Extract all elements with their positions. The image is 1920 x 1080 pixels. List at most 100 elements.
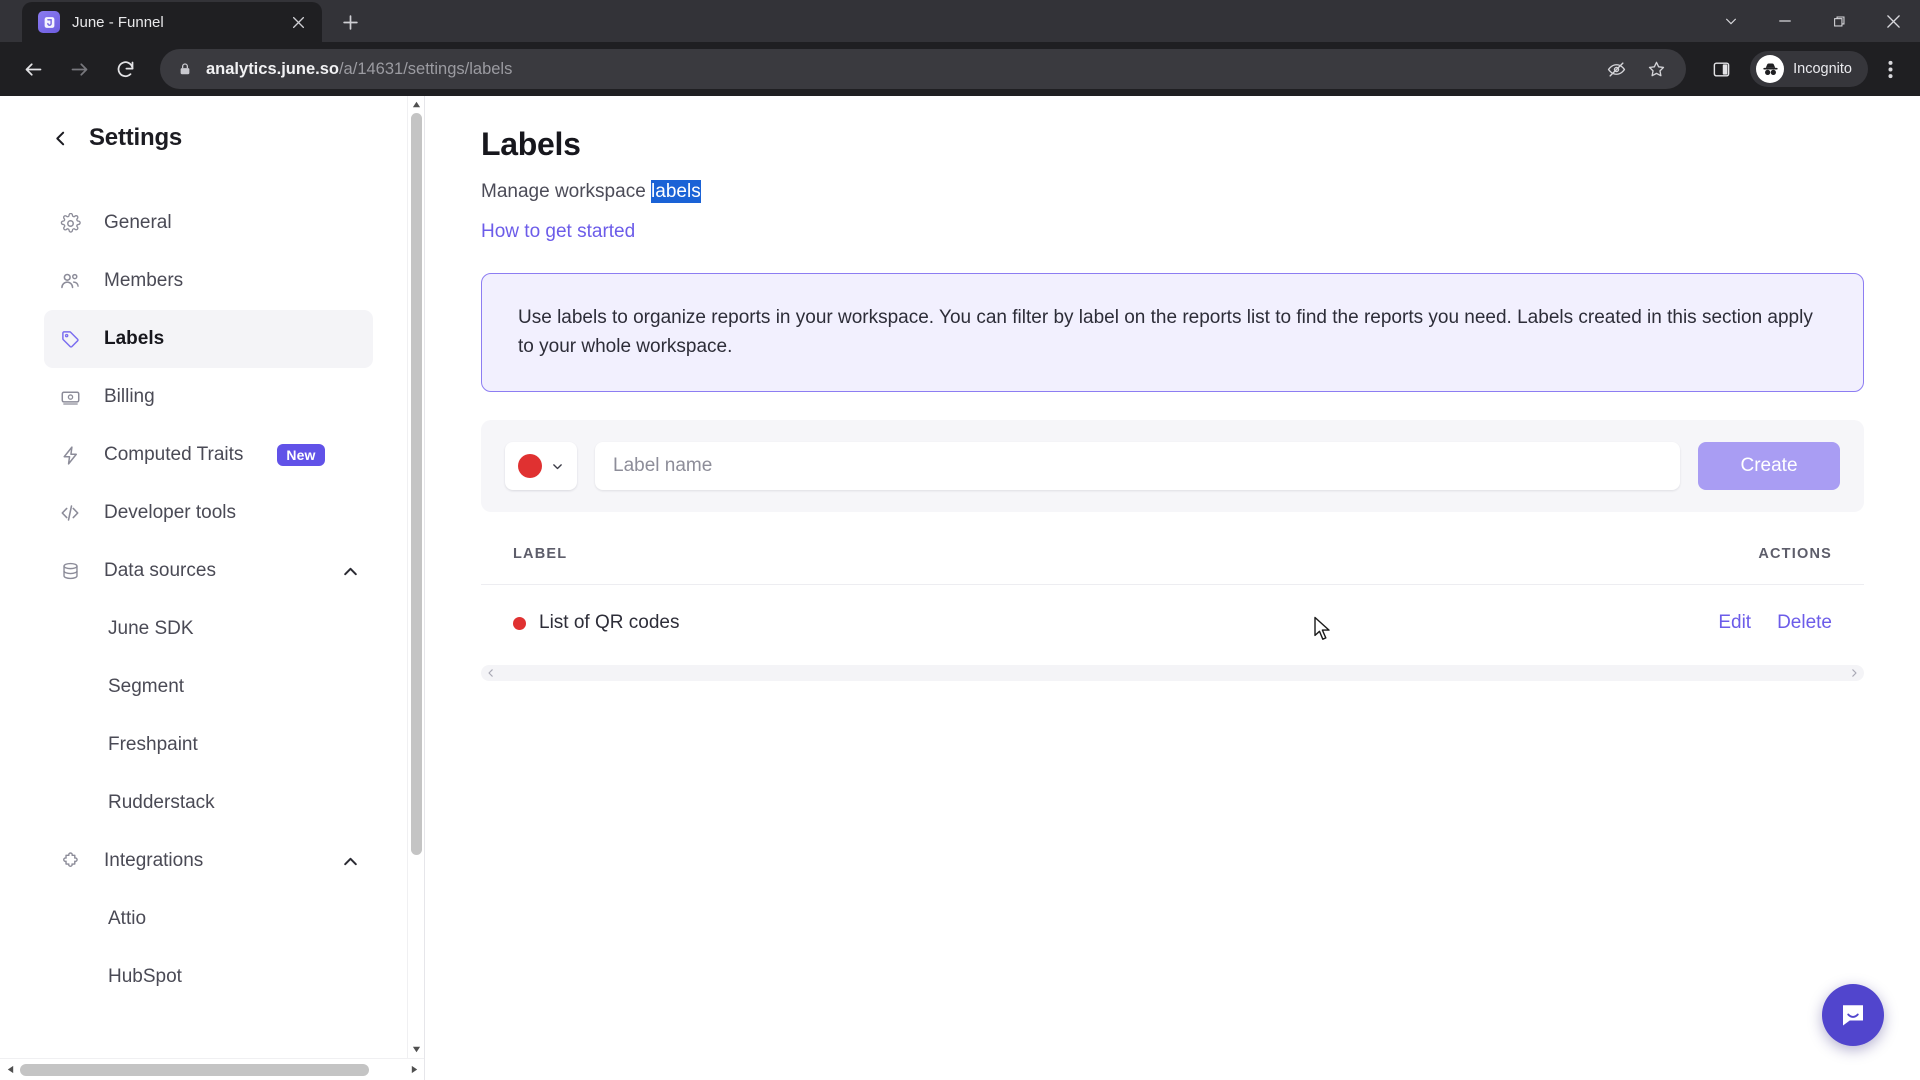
info-banner-text: Use labels to organize reports in your w… <box>518 307 1813 357</box>
sidebar-item-hubspot[interactable]: HubSpot <box>44 948 373 1006</box>
sidebar-group-data-sources[interactable]: Data sources <box>44 542 373 600</box>
window-controls <box>1704 0 1920 42</box>
create-label-row: Create <box>481 420 1864 512</box>
intercom-messenger-icon[interactable] <box>1822 984 1884 1046</box>
kebab-menu-icon[interactable] <box>1872 49 1908 89</box>
lock-icon <box>178 62 192 76</box>
close-icon[interactable] <box>1866 0 1920 42</box>
sidebar-item-label: General <box>104 212 172 233</box>
chevron-up-icon[interactable] <box>342 853 359 870</box>
puzzle-icon <box>58 851 82 872</box>
sidebar-item-attio[interactable]: Attio <box>44 890 373 948</box>
chevron-up-icon[interactable] <box>342 563 359 580</box>
scroll-left-arrow-icon[interactable] <box>0 1065 20 1074</box>
label-chip[interactable]: List of QR codes <box>513 612 679 634</box>
sidebar-nav-list: General Members Labels Billing Computed … <box>0 194 407 1006</box>
restore-icon[interactable] <box>1812 0 1866 42</box>
omnibox-actions <box>1600 53 1672 85</box>
browser-window: June - Funnel analytics.june.so/a/14631/… <box>0 0 1920 1080</box>
delete-label-button[interactable]: Delete <box>1777 612 1832 634</box>
browser-tab[interactable]: June - Funnel <box>22 2 322 42</box>
scrollbar-track[interactable] <box>20 1059 404 1080</box>
sidebar-title: Settings <box>89 124 183 151</box>
june-logo-icon <box>38 11 60 33</box>
scroll-right-arrow-icon[interactable] <box>404 1065 424 1074</box>
sidebar-item-billing[interactable]: Billing <box>44 368 373 426</box>
page-subtitle-prefix: Manage workspace <box>481 181 652 202</box>
database-icon <box>58 561 82 582</box>
table-row: List of QR codes Edit Delete <box>481 585 1864 661</box>
chevron-right-icon[interactable] <box>1844 669 1864 677</box>
eye-off-icon[interactable] <box>1600 53 1632 85</box>
chevron-left-icon[interactable] <box>481 669 501 677</box>
sidebar-item-june-sdk[interactable]: June SDK <box>44 600 373 658</box>
chevron-down-icon[interactable] <box>1704 0 1758 42</box>
sidebar-item-developer-tools[interactable]: Developer tools <box>44 484 373 542</box>
sidebar-item-label: Members <box>104 270 184 291</box>
sidebar-item-computed-traits[interactable]: Computed Traits New <box>44 426 373 484</box>
scroll-down-arrow-icon[interactable] <box>408 1041 425 1058</box>
side-panel-icon[interactable] <box>1700 48 1742 90</box>
toolbar-right: Incognito <box>1700 48 1908 90</box>
sidebar-item-label: Labels <box>104 328 165 349</box>
scrollbar-thumb[interactable] <box>410 113 422 856</box>
sidebar-horizontal-scrollbar[interactable] <box>0 1058 424 1080</box>
sidebar-sub-label: June SDK <box>108 618 194 639</box>
new-tab-button[interactable] <box>336 8 364 36</box>
sidebar-item-labels[interactable]: Labels <box>44 310 373 368</box>
reload-icon[interactable] <box>104 48 146 90</box>
scroll-up-arrow-icon[interactable] <box>408 96 425 113</box>
scrollbar-thumb[interactable] <box>20 1063 370 1076</box>
page-subtitle: Manage workspace labels <box>481 180 1864 203</box>
sidebar-content: Settings General Members Labels Billing … <box>0 96 407 1058</box>
status-badge-new: New <box>277 444 325 466</box>
sidebar-sub-label: Freshpaint <box>108 734 198 755</box>
profile-label: Incognito <box>1793 61 1852 77</box>
page-viewport: Settings General Members Labels Billing … <box>0 96 1920 1080</box>
sidebar-item-segment[interactable]: Segment <box>44 658 373 716</box>
table-horizontal-scrollbar[interactable] <box>481 665 1864 681</box>
edit-label-button[interactable]: Edit <box>1718 612 1751 634</box>
selected-text: labels <box>651 180 701 203</box>
chevron-left-icon[interactable] <box>52 130 69 147</box>
browser-toolbar: analytics.june.so/a/14631/settings/label… <box>0 42 1920 96</box>
star-icon[interactable] <box>1640 53 1672 85</box>
sidebar-item-members[interactable]: Members <box>44 252 373 310</box>
sidebar-group-label: Integrations <box>104 850 204 871</box>
minimize-icon[interactable] <box>1758 0 1812 42</box>
sidebar-group-integrations[interactable]: Integrations <box>44 832 373 890</box>
sidebar-item-freshpaint[interactable]: Freshpaint <box>44 716 373 774</box>
chevron-down-icon[interactable] <box>551 460 564 473</box>
settings-sidebar: Settings General Members Labels Billing … <box>0 96 425 1080</box>
info-banner: Use labels to organize reports in your w… <box>481 273 1864 392</box>
how-to-get-started-link[interactable]: How to get started <box>481 221 635 243</box>
label-name-input[interactable] <box>595 442 1680 490</box>
url-text: analytics.june.so/a/14631/settings/label… <box>206 60 512 79</box>
create-button[interactable]: Create <box>1698 442 1840 490</box>
sidebar-vertical-scrollbar[interactable] <box>407 96 424 1058</box>
profile-incognito-button[interactable]: Incognito <box>1750 51 1868 87</box>
scrollbar-track[interactable] <box>408 113 425 1041</box>
tab-title: June - Funnel <box>72 13 164 31</box>
address-bar[interactable]: analytics.june.so/a/14631/settings/label… <box>160 49 1687 89</box>
code-icon <box>58 502 82 524</box>
arrow-right-icon[interactable] <box>58 48 100 90</box>
sidebar-sub-label: HubSpot <box>108 966 182 987</box>
users-icon <box>58 270 82 292</box>
close-icon[interactable] <box>284 8 312 36</box>
row-actions: Edit Delete <box>1718 612 1832 634</box>
color-picker-button[interactable] <box>505 442 577 490</box>
sidebar-scroll-area: Settings General Members Labels Billing … <box>0 96 424 1058</box>
sidebar-item-rudderstack[interactable]: Rudderstack <box>44 774 373 832</box>
label-name: List of QR codes <box>539 612 680 633</box>
sidebar-sub-label: Rudderstack <box>108 792 215 813</box>
arrow-left-icon[interactable] <box>12 48 54 90</box>
page-title: Labels <box>481 126 581 162</box>
gear-icon <box>58 212 82 234</box>
sidebar-sub-label: Attio <box>108 908 147 929</box>
labels-table: LABEL ACTIONS List of QR codes Edit Dele… <box>481 546 1864 681</box>
color-swatch <box>518 454 542 478</box>
url-domain: analytics.june.so <box>206 59 339 78</box>
table-header-row: LABEL ACTIONS <box>481 546 1864 585</box>
sidebar-item-general[interactable]: General <box>44 194 373 252</box>
